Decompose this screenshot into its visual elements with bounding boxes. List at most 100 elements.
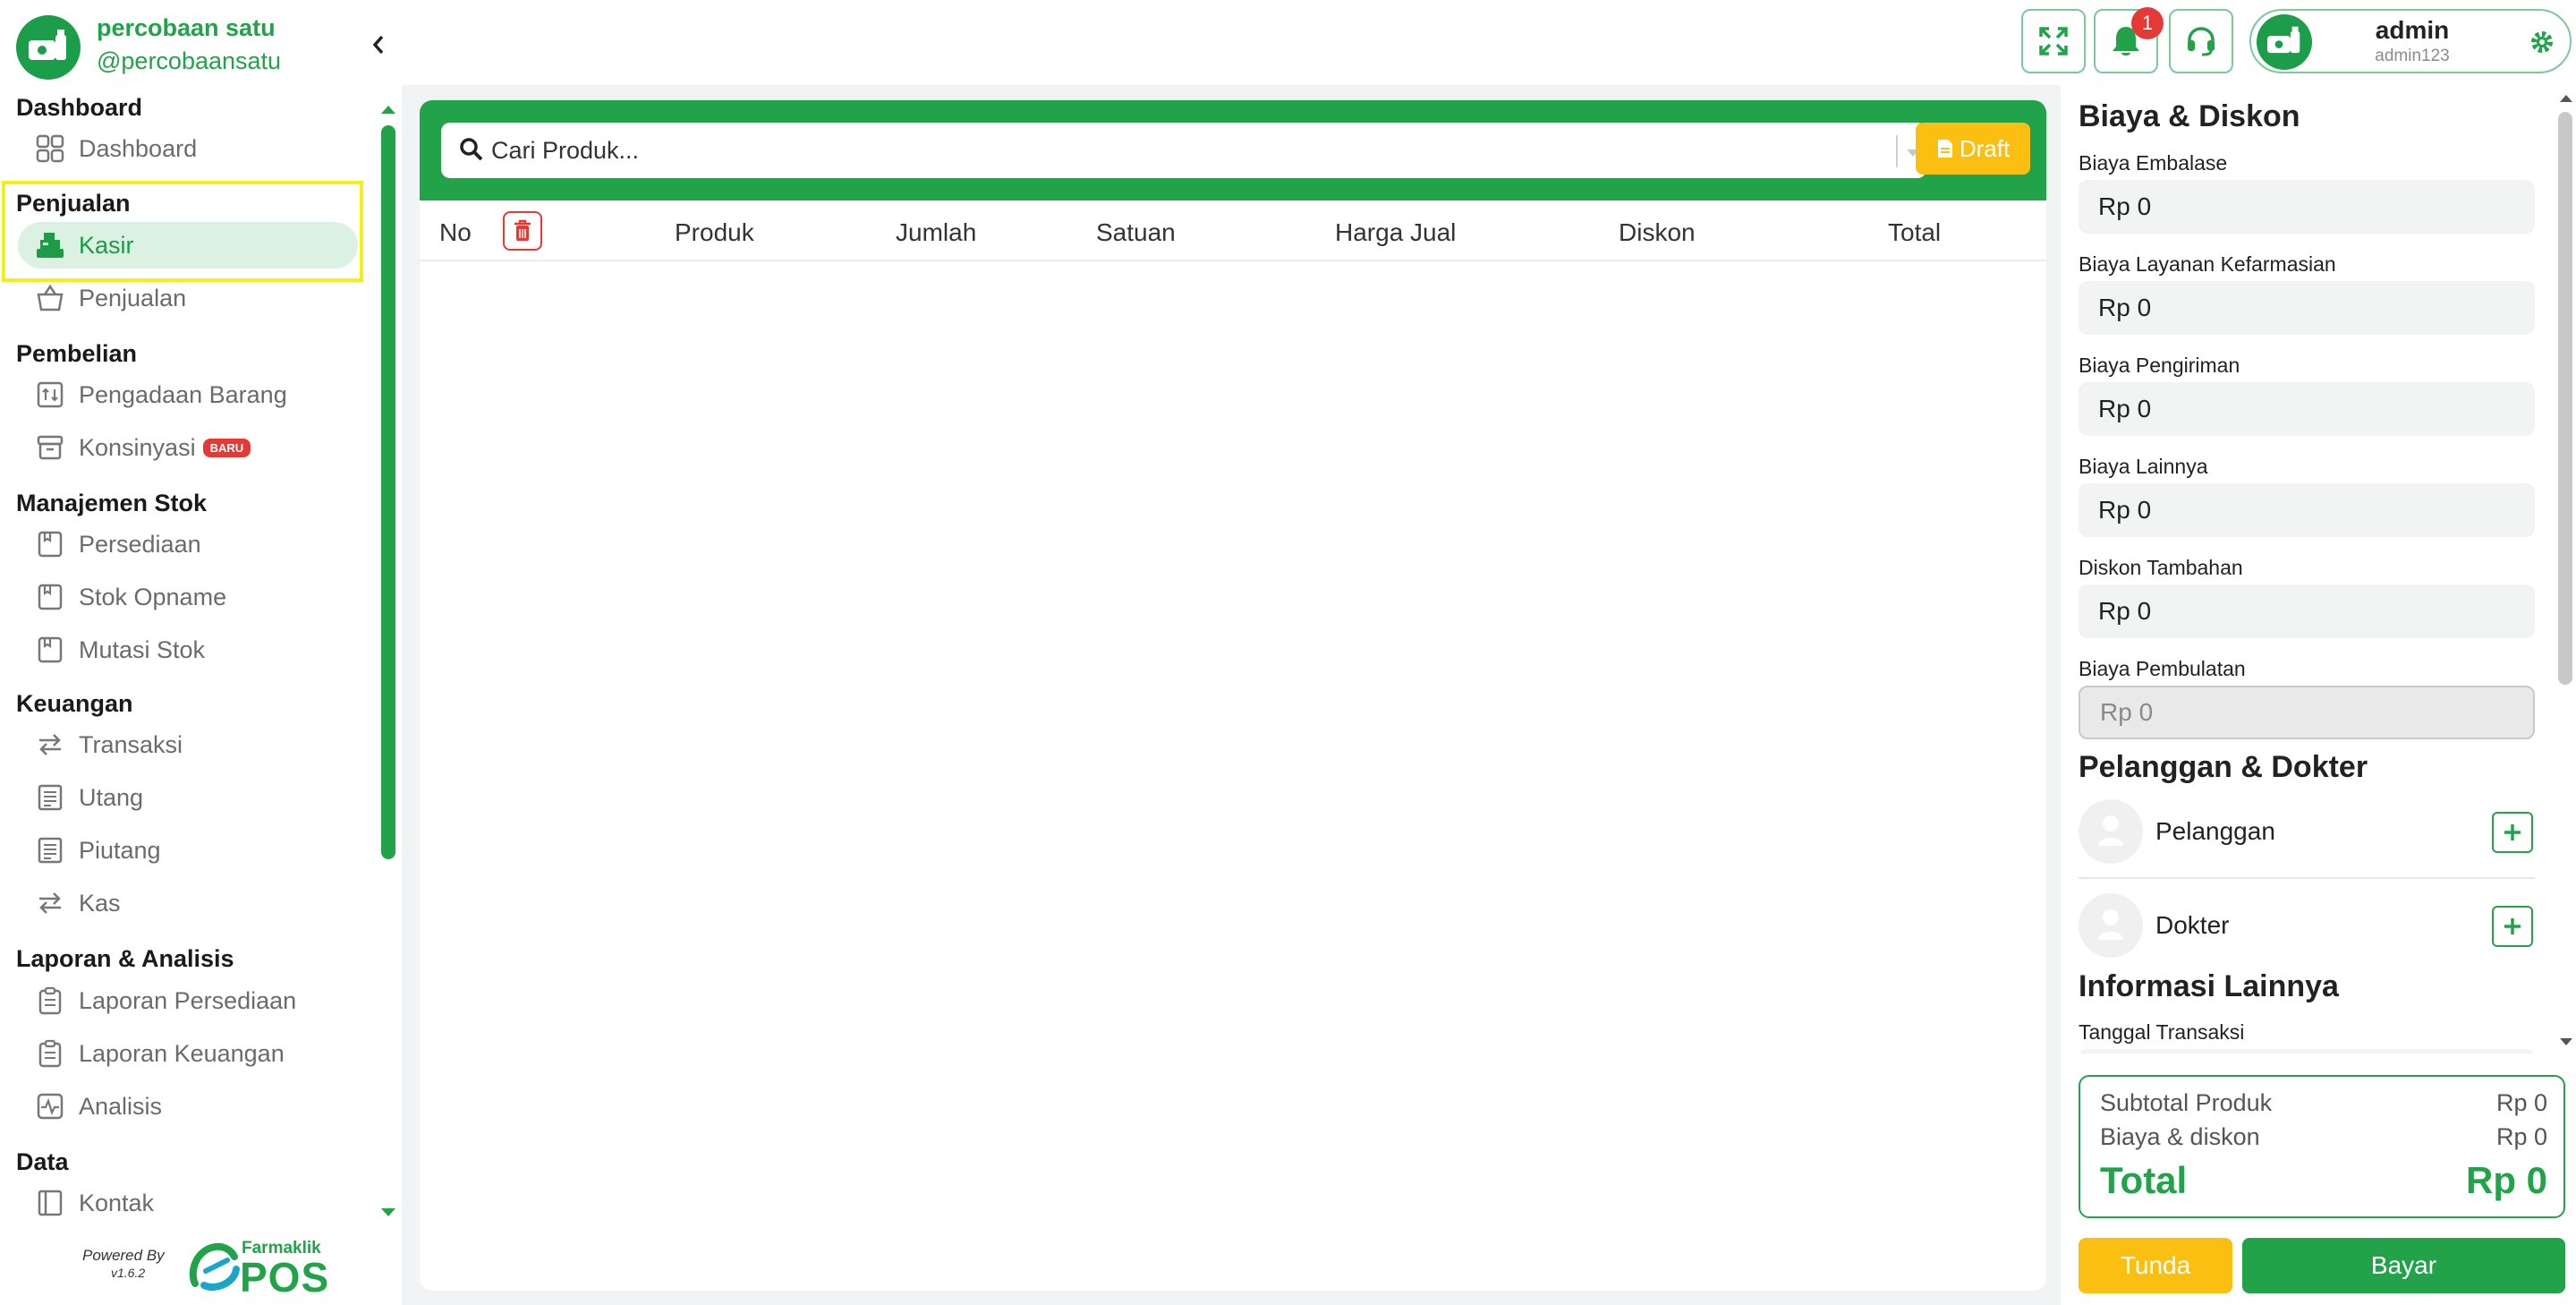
customer-label: Pelanggan (2155, 817, 2275, 845)
notification-count-badge: 1 (2131, 7, 2164, 39)
sidebar-item-label: Kas (79, 889, 121, 917)
transfer-icon (34, 729, 66, 761)
sidebar-item-persediaan[interactable]: Persediaan (18, 521, 358, 567)
fee-input-layanan-kefarmasian[interactable]: Rp 0 (2079, 281, 2535, 335)
search-icon (459, 137, 484, 166)
sidebar-scroll-thumb[interactable] (381, 125, 395, 859)
sidebar-item-label: Laporan Keuangan (79, 1039, 285, 1067)
brand-header: percobaan satu @percobaansatu (0, 0, 402, 85)
sidebar-item-laporan-persediaan[interactable]: Laporan Persediaan (18, 977, 358, 1024)
fees-row: Biaya & diskon Rp 0 (2100, 1123, 2547, 1151)
fees-summary-value: Rp 0 (2495, 1123, 2547, 1150)
pharmacy-logo-icon (16, 15, 81, 80)
store-name: percobaan satu (97, 14, 276, 41)
stock-mutation-icon (34, 634, 66, 666)
fee-input-lainnya[interactable]: Rp 0 (2079, 483, 2535, 537)
subtotal-value: Rp 0 (2495, 1089, 2547, 1116)
nav-section-manajemen-stok: Manajemen Stok (16, 490, 208, 516)
version-label: v1.6.2 (111, 1266, 146, 1280)
total-label: Total (2100, 1159, 2188, 1201)
column-produk: Produk (675, 218, 754, 246)
column-harga-jual: Harga Jual (1335, 218, 1457, 246)
draft-label: Draft (1959, 134, 2011, 162)
sidebar-item-transaksi[interactable]: Transaksi (18, 721, 358, 768)
product-search-box[interactable] (441, 123, 1926, 178)
add-doctor-button[interactable] (2492, 906, 2533, 947)
procurement-icon (34, 379, 66, 411)
checkout-scroll-thumb[interactable] (2558, 112, 2572, 685)
document-icon (1937, 140, 1952, 158)
ledger-icon (34, 781, 66, 814)
scroll-up-icon (2560, 95, 2572, 102)
parties-title: Pelanggan & Dokter (2079, 750, 2368, 784)
add-customer-button[interactable] (2492, 812, 2533, 853)
hold-button[interactable]: Tunda (2079, 1238, 2232, 1293)
powered-by-label: Powered By (82, 1247, 165, 1264)
nav-section-data: Data (16, 1148, 69, 1175)
nav-section-keuangan: Keuangan (16, 690, 133, 717)
cart-panel: Draft No Produk Jumlah Satuan Harga Jual… (420, 100, 2046, 1291)
fee-input-embalase[interactable]: Rp 0 (2079, 180, 2535, 234)
sidebar-item-label: Transaksi (79, 730, 183, 758)
scroll-up-icon (381, 106, 395, 114)
sidebar-item-label: Analisis (79, 1092, 163, 1120)
order-summary: Subtotal Produk Rp 0 Biaya & diskon Rp 0… (2079, 1075, 2565, 1218)
focus-highlight (2, 181, 363, 282)
sidebar-item-piutang[interactable]: Piutang (18, 827, 358, 874)
activity-icon (34, 1090, 66, 1122)
info-title: Informasi Lainnya (2079, 969, 2339, 1003)
sidebar-item-pengadaan-barang[interactable]: Pengadaan Barang (18, 371, 358, 418)
fee-label-pembulatan: Biaya Pembulatan (2079, 657, 2246, 680)
chevron-left-icon (372, 35, 384, 55)
subtotal-row: Subtotal Produk Rp 0 (2100, 1089, 2547, 1117)
pay-button[interactable]: Bayar (2242, 1238, 2565, 1293)
sidebar-item-label: Laporan Persediaan (79, 986, 297, 1014)
fee-input-pengiriman[interactable]: Rp 0 (2079, 382, 2535, 436)
search-divider (1896, 135, 1898, 167)
fees-summary-label: Biaya & diskon (2100, 1123, 2260, 1150)
sidebar-item-label: Pengadaan Barang (79, 380, 287, 408)
gear-icon[interactable] (2529, 29, 2555, 55)
support-button[interactable] (2169, 9, 2233, 73)
plus-icon (2504, 918, 2521, 934)
sidebar-item-kontak[interactable]: Kontak (18, 1180, 358, 1226)
store-handle: @percobaansatu (97, 47, 282, 74)
basket-icon (34, 282, 66, 314)
fullscreen-button[interactable] (2021, 9, 2086, 73)
ledger-icon (34, 834, 66, 866)
sidebar-item-mutasi-stok[interactable]: Mutasi Stok (18, 627, 358, 673)
checkout-panel: Biaya & Diskon Biaya Embalase Rp 0 Biaya… (2061, 85, 2576, 1305)
user-placeholder-icon (2079, 893, 2143, 958)
fee-label-layanan-kefarmasian: Biaya Layanan Kefarmasian (2079, 252, 2336, 276)
sidebar-item-analisis[interactable]: Analisis (18, 1083, 358, 1130)
stock-opname-icon (34, 581, 66, 613)
sidebar-item-kas[interactable]: Kas (18, 880, 358, 926)
column-diskon: Diskon (1619, 218, 1696, 246)
nav-section-dashboard: Dashboard (16, 94, 143, 121)
sidebar-item-laporan-keuangan[interactable]: Laporan Keuangan (18, 1030, 358, 1077)
sidebar-item-stok-opname[interactable]: Stok Opname (18, 574, 358, 620)
sidebar-item-dashboard[interactable]: Dashboard (18, 125, 358, 172)
total-row: Total Rp 0 (2100, 1159, 2547, 1202)
discount-label-tambahan: Diskon Tambahan (2079, 556, 2243, 579)
sidebar-item-label: Konsinyasi (79, 433, 196, 461)
column-total: Total (1888, 218, 1942, 246)
new-badge: BARU (202, 438, 251, 457)
collapse-sidebar-button[interactable] (365, 27, 392, 63)
doctor-row: Dokter (2079, 890, 2535, 961)
product-search-input[interactable] (491, 133, 1851, 167)
trash-icon (514, 219, 531, 241)
sidebar-item-konsinyasi[interactable]: Konsinyasi BARU (18, 424, 358, 471)
user-name: admin (2375, 16, 2450, 44)
column-satuan: Satuan (1096, 218, 1176, 246)
discount-input-tambahan[interactable]: Rp 0 (2079, 584, 2535, 638)
transfer-icon (34, 887, 66, 919)
clipboard-icon (34, 985, 66, 1017)
user-menu[interactable]: admin admin123 (2249, 9, 2572, 73)
cart-table-header: No Produk Jumlah Satuan Harga Jual Disko… (420, 200, 2046, 261)
clear-cart-button[interactable] (503, 211, 542, 251)
headset-icon (2188, 27, 2215, 56)
transaction-date-field[interactable] (2079, 1049, 2535, 1053)
sidebar-item-utang[interactable]: Utang (18, 774, 358, 821)
draft-button[interactable]: Draft (1916, 123, 2030, 175)
